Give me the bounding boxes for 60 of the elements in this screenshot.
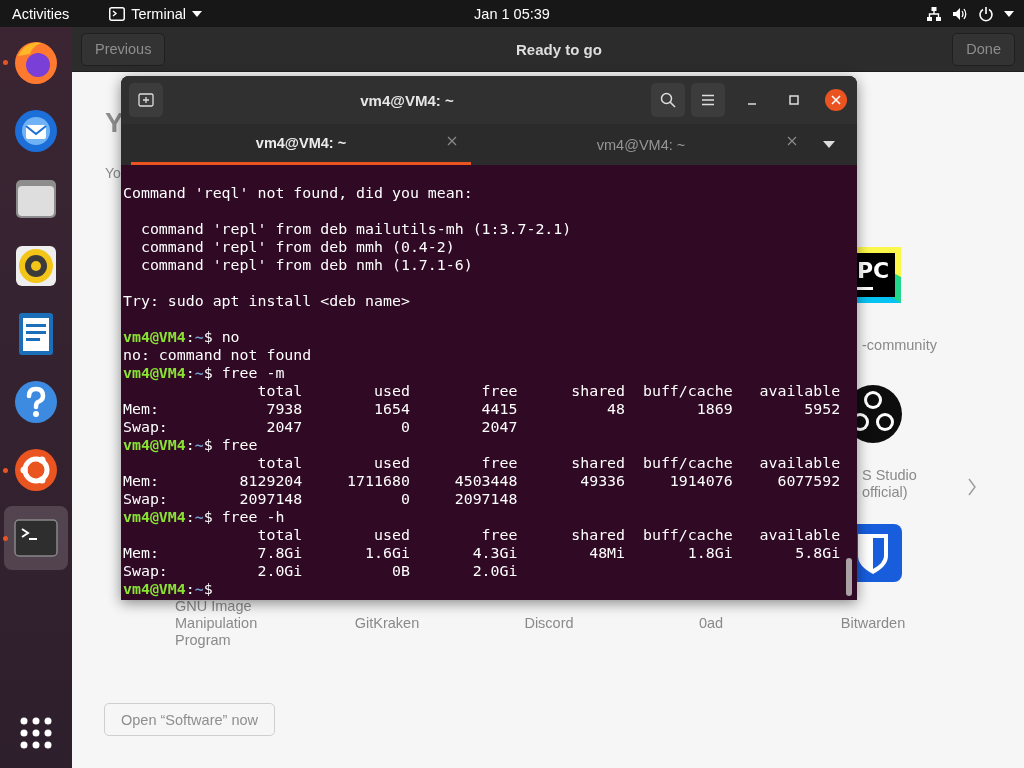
terminal-line: Mem: 7.8Gi 1.6Gi 4.3Gi 48Mi 1.8Gi 5.8Gi <box>123 544 841 562</box>
terminal-line: Command 'reql' not found, did you mean: <box>123 184 473 202</box>
terminal-line: command 'repl' from deb nmh (1.7.1-6) <box>139 256 473 274</box>
activities-button[interactable]: Activities <box>12 5 70 22</box>
terminal-icon <box>109 6 126 21</box>
maximize-icon <box>789 95 799 105</box>
prompt-line: vm4@VM4:~$ free -m <box>123 364 285 382</box>
app-label: GitKraken <box>354 614 420 632</box>
terminal-line: Swap: 2097148 0 2097148 <box>123 490 518 508</box>
terminal-line: Mem: 7938 1654 4415 48 1869 5952 <box>123 400 841 418</box>
terminal-line: Try: sudo apt install <deb name> <box>123 292 410 310</box>
add-tab-icon <box>138 92 154 108</box>
close-icon[interactable] <box>787 136 797 146</box>
ring-icon <box>12 446 60 494</box>
app-label: GNU Image Manipulation Program <box>175 597 259 649</box>
menu-icon <box>701 94 715 106</box>
close-icon[interactable] <box>447 136 457 146</box>
app-menu[interactable]: Terminal <box>131 5 186 22</box>
window-title: vm4@VM4: ~ <box>359 91 455 109</box>
terminal-tab[interactable]: vm4@VM4: ~ <box>131 124 471 165</box>
terminal-line: command 'repl' from deb mmh (0.4-2) <box>139 238 455 256</box>
terminal-line: Swap: 2.0Gi 0B 2.0Gi <box>123 562 518 580</box>
app-label: Bitwarden <box>840 614 906 632</box>
network-icon[interactable] <box>926 5 942 22</box>
terminal-line: Mem: 8129204 1711680 4503448 49336 1914076 6077592 <box>123 472 841 490</box>
app-label: S Studio <box>862 467 917 484</box>
terminal-line: Swap: 2047 0 2047 <box>123 418 518 436</box>
page-heading: Y <box>105 107 124 138</box>
terminal-line: total used free shared buff/cache available <box>256 382 841 400</box>
minimize-icon <box>747 103 757 105</box>
terminal-tab[interactable]: vm4@VM4: ~ <box>471 124 811 165</box>
prompt-line: vm4@VM4:~$ free <box>123 436 258 454</box>
window-title: Ready to go <box>514 40 603 58</box>
terminal-line: total used free shared buff/cache available <box>256 454 841 472</box>
terminal-line: command 'repl' from deb mailutils-mh (1:3.7-2.1) <box>139 220 572 238</box>
new-tab-button[interactable] <box>129 83 163 117</box>
caret-icon <box>192 10 202 17</box>
terminal-line: total used free shared buff/cache available <box>256 526 841 544</box>
app-label: Discord <box>524 614 574 632</box>
terminal-line: no: command not found <box>123 346 312 364</box>
menu-button[interactable] <box>691 83 725 117</box>
close-icon <box>825 89 847 111</box>
caret-icon <box>823 141 835 148</box>
caret-icon[interactable] <box>1004 10 1014 17</box>
app-label: 0ad <box>698 614 724 632</box>
prompt-line: vm4@VM4:~$ <box>123 580 213 598</box>
app-label: official) <box>862 484 908 501</box>
page-subtitle: Yo <box>105 165 121 181</box>
app-label: -community <box>862 336 937 354</box>
prompt-line: vm4@VM4:~$ no <box>123 328 240 346</box>
prompt-line: vm4@VM4:~$ free -h <box>123 508 285 526</box>
power-icon[interactable] <box>978 5 994 22</box>
search-button[interactable] <box>651 83 685 117</box>
done-button[interactable]: Done <box>952 32 1015 66</box>
clock[interactable]: Jan 1 05:39 <box>474 5 550 22</box>
scrollbar[interactable] <box>846 558 852 596</box>
previous-button[interactable]: Previous <box>81 32 166 66</box>
help-icon <box>12 378 60 426</box>
app-grid-icon[interactable] <box>20 717 52 749</box>
search-icon <box>660 92 676 108</box>
